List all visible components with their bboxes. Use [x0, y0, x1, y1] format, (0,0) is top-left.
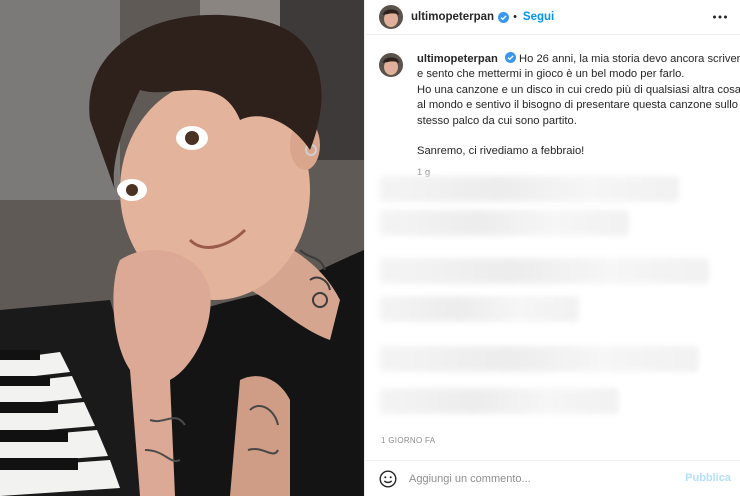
blurred-comments: [379, 176, 727, 426]
caption: ultimopeterpan Ho 26 anni, la mia storia…: [379, 52, 740, 181]
author-username[interactable]: ultimopeterpan: [411, 11, 494, 23]
avatar-image: [379, 53, 403, 77]
verified-badge-icon: [504, 52, 516, 63]
emoji-icon[interactable]: [379, 469, 397, 488]
publish-button[interactable]: Pubblica: [685, 472, 731, 484]
caption-line: ultimopeterpan Ho 26 anni, la mia storia…: [417, 52, 740, 67]
verified-badge-icon: [498, 11, 510, 23]
caption-line-text: Ho 26 anni, la mia storia devo ancora sc…: [519, 53, 740, 65]
comment-input[interactable]: [409, 472, 679, 485]
blurred-comment: [379, 346, 699, 372]
more-options-icon[interactable]: [711, 8, 729, 26]
caption-line: e sento che mettermi in gioco è un bel m…: [417, 68, 685, 81]
blurred-comment: [379, 296, 579, 322]
avatar-image: [379, 5, 403, 29]
comment-bar: Pubblica: [365, 460, 740, 496]
blurred-comment: [379, 176, 679, 202]
post-side-panel: ultimopeterpan • Segui ultimopeterpan Ho…: [364, 0, 740, 496]
post-header: ultimopeterpan • Segui: [365, 0, 740, 35]
caption-avatar[interactable]: [379, 53, 403, 77]
caption-line: Ho una canzone e un disco in cui credo p…: [417, 83, 740, 96]
instagram-post: ultimopeterpan • Segui ultimopeterpan Ho…: [0, 0, 740, 496]
caption-line: Sanremo, ci rivediamo a febbraio!: [417, 145, 585, 158]
caption-line: al mondo e sentivo il bisogno di present…: [417, 99, 738, 112]
separator-dot: •: [513, 11, 517, 23]
avatar[interactable]: [379, 5, 403, 29]
comments-area: ultimopeterpan Ho 26 anni, la mia storia…: [365, 36, 740, 426]
caption-username[interactable]: ultimopeterpan: [417, 53, 498, 65]
blurred-comment: [379, 210, 629, 236]
portrait-photo: [0, 0, 364, 496]
blurred-comment: [379, 388, 619, 414]
post-date[interactable]: 1 GIORNO FA: [381, 436, 435, 445]
caption-text: ultimopeterpan Ho 26 anni, la mia storia…: [417, 52, 740, 181]
follow-button[interactable]: Segui: [523, 11, 554, 23]
caption-line: stesso palco da cui sono partito.: [417, 114, 577, 127]
blurred-comment: [379, 258, 709, 284]
post-photo[interactable]: [0, 0, 364, 496]
